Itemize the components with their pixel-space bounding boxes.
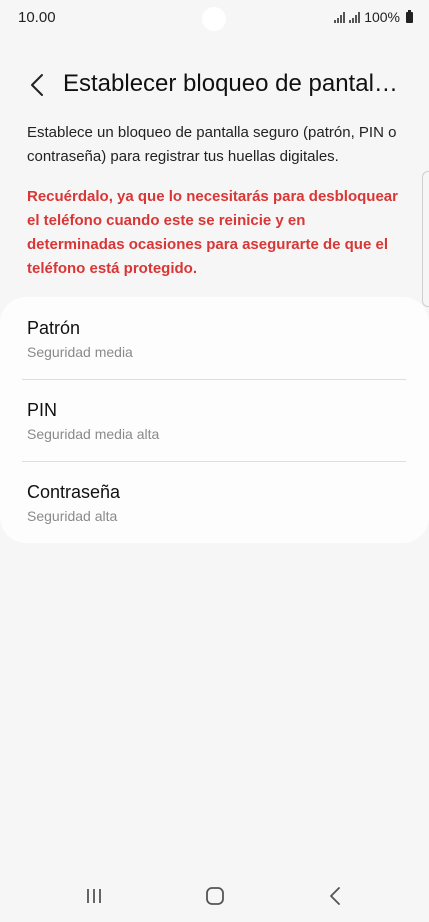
option-subtitle: Seguridad media alta	[27, 426, 160, 442]
option-pattern[interactable]: Patrón Seguridad media	[0, 297, 429, 379]
status-indicators: 100%	[334, 9, 413, 25]
chevron-left-icon	[31, 74, 43, 96]
signal-icon	[334, 11, 346, 23]
battery-icon	[406, 9, 413, 23]
recents-button[interactable]	[72, 880, 116, 912]
recents-icon	[87, 889, 101, 903]
option-title: Contraseña	[27, 482, 121, 502]
option-pin[interactable]: PIN Seguridad media alta	[0, 380, 429, 462]
home-button[interactable]	[193, 880, 237, 912]
app-header: Establecer bloqueo de pantall…	[0, 62, 429, 108]
battery-percent: 100%	[364, 9, 400, 25]
page-title: Establecer bloqueo de pantall…	[63, 70, 403, 97]
home-icon	[206, 887, 224, 905]
option-password[interactable]: Contraseña Seguridad alta	[0, 462, 429, 544]
lock-options-card: Patrón Seguridad media PIN Seguridad med…	[0, 297, 429, 543]
warning-text: Recuérdalo, ya que lo necesitarás para d…	[27, 188, 398, 277]
option-title: Patrón	[27, 318, 81, 338]
signal-icon-2	[349, 11, 361, 23]
status-time: 10.00	[18, 9, 56, 26]
back-icon	[330, 887, 340, 905]
option-subtitle: Seguridad media	[27, 344, 133, 360]
description-text: Establece un bloqueo de pantalla seguro …	[27, 124, 397, 165]
option-subtitle: Seguridad alta	[27, 508, 118, 524]
navigation-bar	[0, 876, 429, 916]
status-bar: 10.00 100%	[0, 0, 429, 38]
option-title: PIN	[27, 400, 58, 420]
camera-cutout	[202, 7, 226, 31]
edge-panel-handle[interactable]	[422, 171, 429, 307]
back-button[interactable]	[22, 68, 52, 102]
nav-back-button[interactable]	[313, 880, 357, 912]
